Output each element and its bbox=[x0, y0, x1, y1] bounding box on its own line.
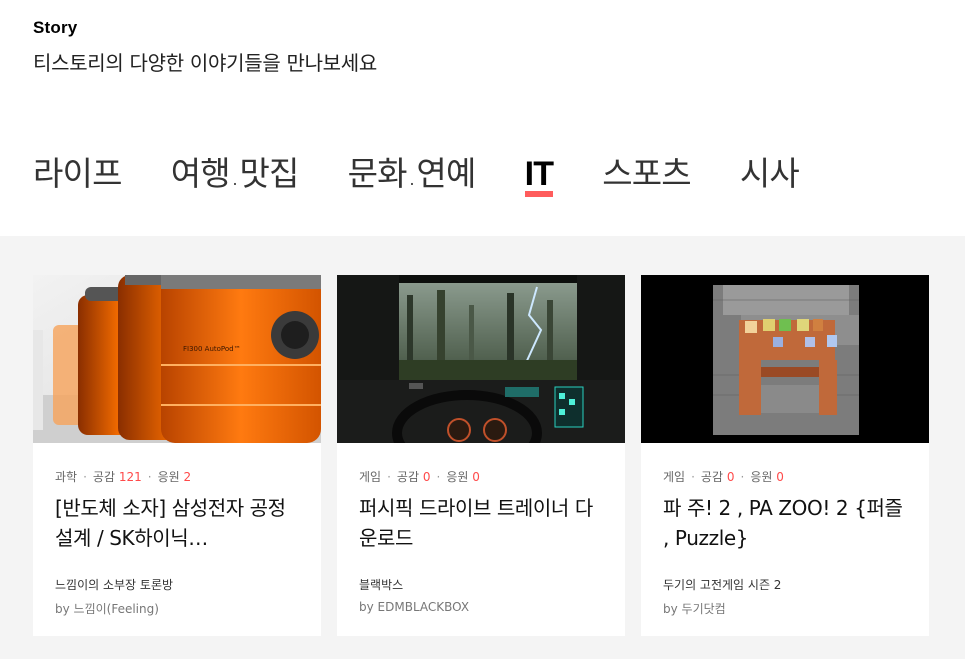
support-count: 0 bbox=[472, 470, 480, 484]
semiconductor-pods-image: FI300 AutoPod™ bbox=[33, 275, 321, 443]
card-title[interactable]: 퍼시픽 드라이브 트레이너 다운로드 bbox=[359, 493, 605, 553]
card-category[interactable]: 게임 bbox=[663, 470, 685, 484]
tab-it[interactable]: IT bbox=[524, 150, 554, 202]
card-author: by EDMBLACKBOX bbox=[359, 600, 470, 614]
likes-count: 0 bbox=[422, 470, 431, 484]
story-card[interactable]: 게임 · 공감 0 · 응원 0 파 주! 2 , PA ZOO! 2 {퍼즐 , Pu… bbox=[641, 275, 929, 636]
card-meta: 과학 · 공감 121 · 응원 2 bbox=[55, 470, 192, 484]
card-blog-name[interactable]: 두기의 고전게임 시즌 2 bbox=[663, 576, 781, 593]
likes-label: 공감 bbox=[396, 470, 420, 484]
card-title[interactable]: [반도체 소자] 삼성전자 공정설계 / SK하이닉… bbox=[55, 493, 301, 553]
card-thumbnail bbox=[337, 275, 625, 443]
likes-count: 121 bbox=[118, 470, 142, 484]
tab-current-affairs[interactable]: 시사 bbox=[740, 150, 800, 202]
tab-sports[interactable]: 스포츠 bbox=[602, 150, 691, 202]
story-card[interactable]: 게임 · 공감 0 · 응원 0 퍼시픽 드라이브 트레이너 다운로드 블랙박스 by … bbox=[337, 275, 625, 636]
support-count: 0 bbox=[776, 470, 784, 484]
support-label: 응원 bbox=[446, 470, 469, 484]
card-blog-name[interactable]: 블랙박스 bbox=[359, 576, 403, 593]
story-card[interactable]: FI300 AutoPod™ 과학 · 공감 121 · 응원 2 [반도체 소자] 삼… bbox=[33, 275, 321, 636]
car-dashboard-image bbox=[337, 275, 625, 443]
card-meta: 게임 · 공감 0 · 응원 0 bbox=[359, 470, 480, 484]
category-tabs: 라이프 여행.맛집 문화.연예 IT 스포츠 시사 bbox=[33, 150, 848, 202]
page-title: Story bbox=[33, 18, 78, 37]
retro-game-image bbox=[641, 275, 929, 443]
support-count: 2 bbox=[183, 470, 192, 484]
card-title[interactable]: 파 주! 2 , PA ZOO! 2 {퍼즐 , Puzzle} bbox=[663, 493, 909, 553]
tab-life[interactable]: 라이프 bbox=[33, 150, 122, 202]
card-category[interactable]: 게임 bbox=[359, 470, 381, 484]
card-category[interactable]: 과학 bbox=[55, 470, 77, 484]
likes-label: 공감 bbox=[92, 470, 116, 484]
card-author: by 느낌이(Feeling) bbox=[55, 602, 159, 616]
support-label: 응원 bbox=[750, 470, 773, 484]
product-label: FI300 AutoPod™ bbox=[183, 345, 241, 353]
likes-count: 0 bbox=[726, 470, 735, 484]
card-blog-name[interactable]: 느낌이의 소부장 토론방 bbox=[55, 576, 173, 593]
page-header: Story 티스토리의 다양한 이야기들을 만나보세요 bbox=[33, 18, 377, 76]
support-label: 응원 bbox=[157, 470, 180, 484]
card-author: by 두기닷컴 bbox=[663, 602, 726, 616]
likes-label: 공감 bbox=[700, 470, 724, 484]
tab-travel-food[interactable]: 여행.맛집 bbox=[171, 150, 300, 202]
card-thumbnail bbox=[641, 275, 929, 443]
page-subtitle: 티스토리의 다양한 이야기들을 만나보세요 bbox=[33, 51, 377, 75]
tab-culture-entertainment[interactable]: 문화.연예 bbox=[348, 150, 477, 202]
card-meta: 게임 · 공감 0 · 응원 0 bbox=[663, 470, 784, 484]
card-thumbnail: FI300 AutoPod™ bbox=[33, 275, 321, 443]
